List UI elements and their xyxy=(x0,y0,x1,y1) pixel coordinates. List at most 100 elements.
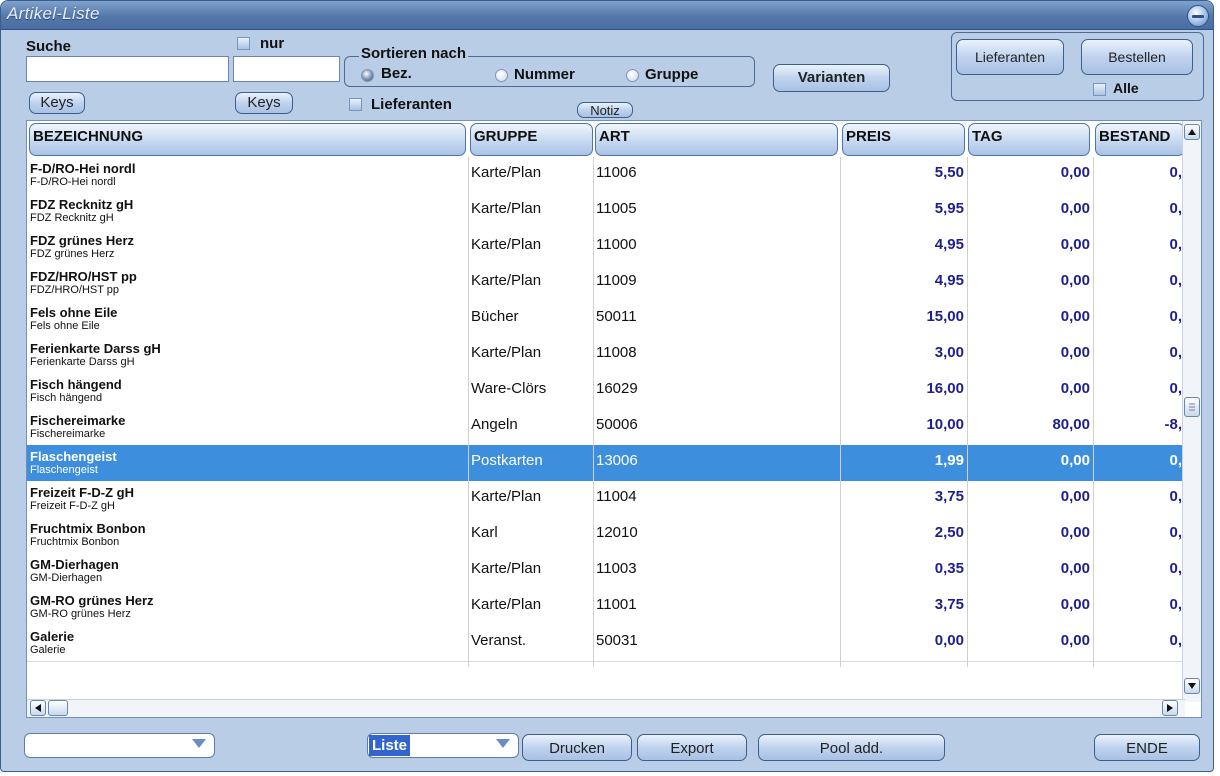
cell-art[interactable]: 11009 xyxy=(593,265,840,301)
cell-bestand[interactable]: 0, xyxy=(1093,157,1185,193)
minimize-icon[interactable] xyxy=(1187,5,1209,27)
cell-preis[interactable]: 3,75 xyxy=(840,589,967,625)
cell-bezeichnung[interactable]: Fruchtmix Bonbon Fruchtmix Bonbon xyxy=(27,517,468,553)
cell-bestand[interactable]: 0, xyxy=(1093,193,1185,229)
cell-bezeichnung[interactable]: FDZ Recknitz gH FDZ Recknitz gH xyxy=(27,193,468,229)
cell-tag[interactable]: 0,00 xyxy=(967,265,1093,301)
cell-bestand[interactable]: 0, xyxy=(1093,229,1185,265)
cell-gruppe[interactable]: Karte/Plan xyxy=(468,193,593,229)
keys-button-2[interactable]: Keys xyxy=(235,92,293,114)
cell-preis[interactable]: 16,00 xyxy=(840,373,967,409)
cell-bezeichnung[interactable]: F-D/RO-Hei nordl F-D/RO-Hei nordl xyxy=(27,157,468,193)
cell-bestand[interactable]: 0, xyxy=(1093,589,1185,625)
cell-bezeichnung[interactable]: Fels ohne Eile Fels ohne Eile xyxy=(27,301,468,337)
scroll-up-icon[interactable] xyxy=(1184,124,1200,140)
cell-preis[interactable]: 5,95 xyxy=(840,193,967,229)
column-header-art[interactable]: ART xyxy=(595,123,838,156)
horizontal-scrollbar[interactable] xyxy=(27,699,1185,717)
cell-preis[interactable]: 4,95 xyxy=(840,229,967,265)
cell-gruppe[interactable]: Karte/Plan xyxy=(468,157,593,193)
cell-gruppe[interactable]: Karte/Plan xyxy=(468,553,593,589)
cell-preis[interactable]: 1,99 xyxy=(840,445,967,481)
ende-button[interactable]: ENDE xyxy=(1094,734,1200,761)
drucken-button[interactable]: Drucken xyxy=(522,734,632,761)
sort-option-bez[interactable]: Bez. xyxy=(381,65,412,82)
cell-preis[interactable]: 0,00 xyxy=(840,625,967,661)
cell-tag[interactable]: 0,00 xyxy=(967,625,1093,661)
cell-art[interactable]: 50011 xyxy=(593,301,840,337)
cell-art[interactable]: 13006 xyxy=(593,445,840,481)
export-button[interactable]: Export xyxy=(637,734,747,761)
cell-gruppe[interactable]: Karte/Plan xyxy=(468,589,593,625)
cell-gruppe[interactable]: Veranst. xyxy=(468,625,593,661)
table-row[interactable]: FDZ grünes Herz FDZ grünes Herz Karte/Plan… xyxy=(27,229,1185,266)
column-header-tag[interactable]: TAG xyxy=(968,123,1090,156)
cell-bestand[interactable]: 0, xyxy=(1093,301,1185,337)
cell-bestand[interactable]: 0, xyxy=(1093,481,1185,517)
nur-input[interactable] xyxy=(233,56,340,82)
table-row[interactable]: GM-RO grünes Herz GM-RO grünes Herz Karte/… xyxy=(27,589,1185,626)
cell-bestand[interactable]: 0, xyxy=(1093,625,1185,661)
table-row[interactable]: FDZ/HRO/HST pp FDZ/HRO/HST pp Karte/Plan 11… xyxy=(27,265,1185,302)
cell-gruppe[interactable]: Ware-Clörs xyxy=(468,373,593,409)
scroll-right-icon[interactable] xyxy=(1162,700,1178,716)
alle-checkbox[interactable] xyxy=(1093,83,1106,96)
notiz-button[interactable]: Notiz xyxy=(577,102,633,118)
filter-combo[interactable] xyxy=(24,733,215,758)
column-header-bestand[interactable]: BESTAND xyxy=(1095,123,1185,156)
cell-art[interactable]: 11000 xyxy=(593,229,840,265)
scroll-left-icon[interactable] xyxy=(30,700,46,716)
cell-art[interactable]: 11001 xyxy=(593,589,840,625)
table-row[interactable]: FDZ Recknitz gH FDZ Recknitz gH Karte/Plan… xyxy=(27,193,1185,230)
nur-checkbox[interactable] xyxy=(237,37,250,50)
sort-radio-nummer[interactable] xyxy=(495,69,508,82)
cell-bestand[interactable]: 0, xyxy=(1093,553,1185,589)
scroll-down-icon[interactable] xyxy=(1184,678,1200,694)
cell-bestand[interactable]: -8, xyxy=(1093,409,1185,445)
cell-preis[interactable]: 3,75 xyxy=(840,481,967,517)
table-row[interactable]: Fischereimarke Fischereimarke Angeln 50006 1… xyxy=(27,409,1185,446)
cell-bestand[interactable]: 0, xyxy=(1093,337,1185,373)
cell-bezeichnung[interactable]: Freizeit F-D-Z gH Freizeit F-D-Z gH xyxy=(27,481,468,517)
cell-art[interactable]: 11006 xyxy=(593,157,840,193)
cell-tag[interactable]: 0,00 xyxy=(967,337,1093,373)
cell-gruppe[interactable]: Karte/Plan xyxy=(468,229,593,265)
table-row[interactable]: Galerie Galerie Veranst. 50031 0,00 0,00 0, xyxy=(27,625,1185,662)
cell-art[interactable]: 11008 xyxy=(593,337,840,373)
view-combo[interactable]: Liste xyxy=(367,733,519,758)
table-row[interactable]: Fisch hängend Fisch hängend Ware-Clörs 1602… xyxy=(27,373,1185,410)
sort-radio-bez[interactable] xyxy=(361,69,374,82)
cell-gruppe[interactable]: Bücher xyxy=(468,301,593,337)
cell-bezeichnung[interactable]: Flaschengeist Flaschengeist xyxy=(27,445,468,481)
cell-tag[interactable]: 0,00 xyxy=(967,553,1093,589)
cell-tag[interactable]: 0,00 xyxy=(967,193,1093,229)
cell-tag[interactable]: 0,00 xyxy=(967,481,1093,517)
cell-tag[interactable]: 0,00 xyxy=(967,373,1093,409)
cell-bezeichnung[interactable]: FDZ grünes Herz FDZ grünes Herz xyxy=(27,229,468,265)
table-row[interactable]: F-D/RO-Hei nordl F-D/RO-Hei nordl Karte/Pl… xyxy=(27,157,1185,194)
cell-preis[interactable]: 2,50 xyxy=(840,517,967,553)
cell-gruppe[interactable]: Karte/Plan xyxy=(468,481,593,517)
cell-bezeichnung[interactable]: Galerie Galerie xyxy=(27,625,468,661)
cell-tag[interactable]: 0,00 xyxy=(967,301,1093,337)
bestellen-button[interactable]: Bestellen xyxy=(1081,39,1193,75)
table-row[interactable]: Freizeit F-D-Z gH Freizeit F-D-Z gH Karte/… xyxy=(27,481,1185,518)
sort-option-nummer[interactable]: Nummer xyxy=(514,66,575,83)
cell-bezeichnung[interactable]: Fisch hängend Fisch hängend xyxy=(27,373,468,409)
table-row[interactable]: Fruchtmix Bonbon Fruchtmix Bonbon Karl 1201… xyxy=(27,517,1185,554)
cell-tag[interactable]: 0,00 xyxy=(967,157,1093,193)
cell-tag[interactable]: 0,00 xyxy=(967,589,1093,625)
cell-preis[interactable]: 0,35 xyxy=(840,553,967,589)
sort-option-gruppe[interactable]: Gruppe xyxy=(645,66,698,83)
cell-gruppe[interactable]: Karte/Plan xyxy=(468,337,593,373)
vertical-scroll-thumb[interactable] xyxy=(1184,397,1200,417)
cell-bezeichnung[interactable]: Fischereimarke Fischereimarke xyxy=(27,409,468,445)
cell-tag[interactable]: 0,00 xyxy=(967,517,1093,553)
cell-art[interactable]: 11004 xyxy=(593,481,840,517)
cell-preis[interactable]: 3,00 xyxy=(840,337,967,373)
cell-art[interactable]: 50031 xyxy=(593,625,840,661)
table-row[interactable]: Ferienkarte Darss gH Ferienkarte Darss gH… xyxy=(27,337,1185,374)
vertical-scrollbar[interactable] xyxy=(1182,121,1201,702)
cell-bestand[interactable]: 0, xyxy=(1093,445,1185,481)
cell-bestand[interactable]: 0, xyxy=(1093,373,1185,409)
